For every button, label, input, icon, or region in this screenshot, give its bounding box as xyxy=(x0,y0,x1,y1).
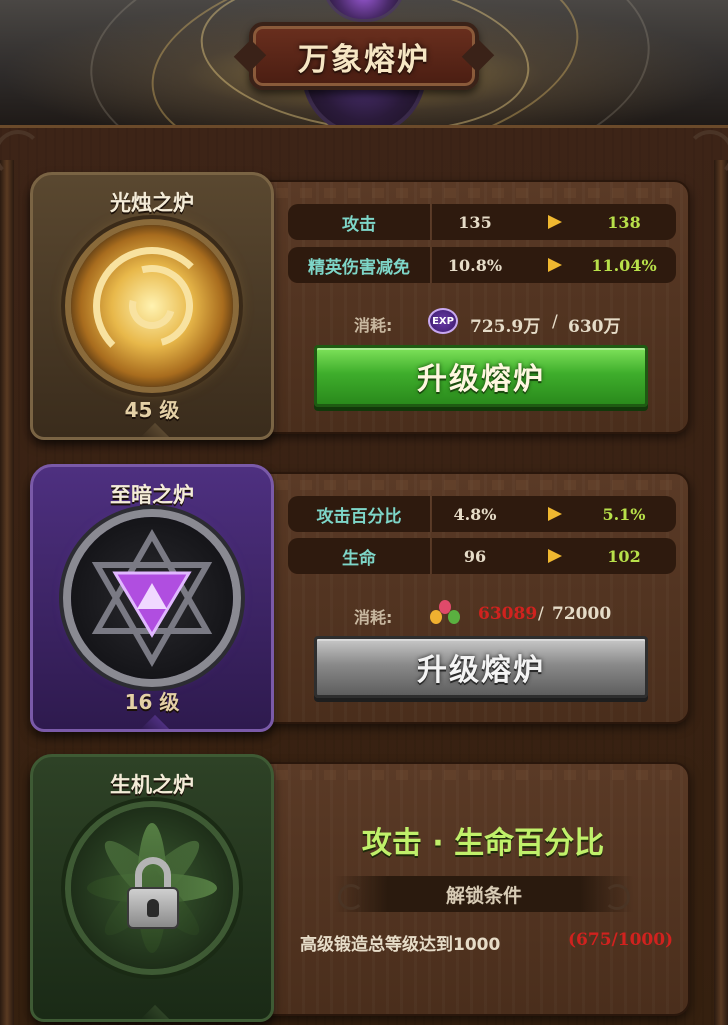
corner-ornament-decoration xyxy=(686,130,728,178)
arrow-right-icon xyxy=(548,549,562,563)
cost-required: 630万 xyxy=(568,317,621,337)
stat-current-value: 10.8% xyxy=(447,255,503,275)
cost-label: 消耗: xyxy=(354,316,393,335)
title-plate: 万象熔炉 xyxy=(249,22,479,90)
stat-next-value: 138 xyxy=(607,212,641,232)
cost-separator: / xyxy=(552,312,558,332)
furnace-badge-life[interactable]: 生机之炉 xyxy=(30,754,274,1022)
side-rail-decoration xyxy=(0,160,14,1025)
furnace-badge-light[interactable]: 光烛之炉 45 级 xyxy=(30,172,274,440)
unlock-requirement: 高级锻造总等级达到1000 xyxy=(300,935,501,955)
cost-label: 消耗: xyxy=(354,608,393,627)
furnace-name: 生机之炉 xyxy=(110,773,194,797)
stat-next-value: 102 xyxy=(607,546,641,566)
upgrade-cost: 消耗: 63089 / 72000 xyxy=(288,600,676,630)
upgrade-cost: 消耗: EXP 725.9万 / 630万 xyxy=(288,308,676,338)
upgrade-furnace-button[interactable]: 升级熔炉 xyxy=(314,345,648,407)
furnace-badge-dark[interactable]: 至暗之炉 16 级 xyxy=(30,464,274,732)
locked-bonus-text: 攻击 · 生命百分比 xyxy=(361,826,605,861)
stat-values: 4.8% 5.1% xyxy=(432,496,676,532)
unlock-condition-title: 解锁条件 xyxy=(334,876,634,912)
stat-current-value: 4.8% xyxy=(453,504,497,524)
stat-name: 攻击百分比 xyxy=(288,496,430,532)
cost-required: 72000 xyxy=(552,604,612,624)
cost-owned: 725.9万 xyxy=(470,317,541,337)
upgrade-furnace-button[interactable]: 升级熔炉 xyxy=(314,636,648,698)
stat-name: 生命 xyxy=(288,538,430,574)
flower-icon xyxy=(430,600,460,626)
stat-current-value: 135 xyxy=(458,212,492,232)
stat-next-value: 11.04% xyxy=(591,255,657,275)
furnace-name: 至暗之炉 xyxy=(110,483,194,507)
furnace-level: 16 级 xyxy=(124,690,180,714)
furnace-name: 光烛之炉 xyxy=(110,191,194,215)
light-orb-icon xyxy=(71,225,233,387)
cost-owned: 63089 xyxy=(478,604,538,624)
stat-row: 生命 96 102 xyxy=(288,538,676,574)
stat-current-value: 96 xyxy=(463,546,487,566)
exp-icon: EXP xyxy=(428,308,458,334)
page-title: 万象熔炉 xyxy=(298,41,430,78)
stat-values: 135 138 xyxy=(432,204,676,240)
stat-row: 攻击 135 138 xyxy=(288,204,676,240)
dark-orb-icon xyxy=(71,517,233,679)
stat-next-value: 5.1% xyxy=(602,504,646,524)
stat-name: 攻击 xyxy=(288,204,430,240)
stat-row: 精英伤害减免 10.8% 11.04% xyxy=(288,247,676,283)
side-rail-decoration xyxy=(714,160,728,1025)
cost-separator: / xyxy=(538,604,544,624)
arrow-right-icon xyxy=(548,258,562,272)
furnace-level: 45 级 xyxy=(124,398,180,422)
arrow-right-icon xyxy=(548,507,562,521)
stat-name: 精英伤害减免 xyxy=(288,247,430,283)
stat-values: 10.8% 11.04% xyxy=(432,247,676,283)
top-banner: 万象熔炉 xyxy=(0,0,728,128)
life-orb-icon xyxy=(71,807,233,969)
stat-values: 96 102 xyxy=(432,538,676,574)
unlock-progress: (675/1000) xyxy=(568,930,674,950)
stat-row: 攻击百分比 4.8% 5.1% xyxy=(288,496,676,532)
arrow-right-icon xyxy=(548,215,562,229)
